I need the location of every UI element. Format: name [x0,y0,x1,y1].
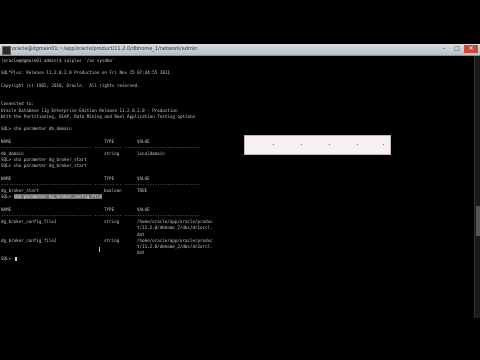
console-line: SQL> sho parameter dg_broker_start [1,163,471,169]
param-name: db_domain [1,151,24,156]
param-type: boolean [104,188,122,194]
console-line: ------------------------------------ ---… [1,182,471,188]
param-name: dg_broker_config_file2 [1,237,57,243]
param-value: VALUE [137,206,150,212]
console-line: SQL> [1,256,471,262]
console-line: [oracle@dgmain01 admin]$ sqlplus '/as sy… [1,58,471,64]
console-line: dat [1,250,471,256]
console-text: SQL> [1,256,14,262]
console-text: ------------------------------------ ---… [1,213,201,218]
console-line: dat [1,232,471,238]
window-title: oracle@dgmain01:~/app/oracle/product/11.… [12,46,198,52]
param-name: NAME [1,138,12,144]
console-line: Connected to: [1,101,471,107]
param-type: string [104,237,120,243]
param-type: TYPE [104,206,115,212]
param-value: localdomain [137,151,165,156]
console-text: Connected to: [1,101,34,107]
param-value: t/11.2.0/dbhome_2/dbs/dr1orcl. [137,225,213,231]
console-text: Oracle Database 11g Enterprise Edition R… [1,107,178,113]
scrollbar-thumb[interactable] [476,206,480,236]
param-value: dat [137,250,145,256]
text-cursor [14,257,17,262]
console-text: With the Partitioning, OLAP, Data Mining… [1,113,196,119]
console-text: Copyright (c) 1982, 2010, Oracle. All ri… [1,82,140,88]
terminal-icon [2,46,11,55]
terminal-window: oracle@dgmain01:~/app/oracle/product/11.… [0,44,480,318]
console-line: dg_broker_start boolean TRUE [1,188,471,194]
param-value: /home/oracle/app/oracle/produc [137,219,213,225]
window-titlebar[interactable]: oracle@dgmain01:~/app/oracle/product/11.… [0,44,480,56]
console-line: db_domain string localdomain [1,151,471,157]
console-line: NAME TYPE VALUE [1,207,471,213]
param-name: dg_broker_start [1,188,39,194]
vertical-scrollbar[interactable] [474,56,480,318]
param-type: string [104,151,120,156]
console-text: ------------------------------------ ---… [1,144,201,150]
selected-text[interactable]: sho parameter dg_broker_config_file [13,194,102,200]
console-line: ------------------------------------ ---… [1,213,471,219]
console-line: NAME TYPE VALUE [1,176,471,182]
console-line: With the Partitioning, OLAP, Data Mining… [1,114,471,120]
param-value: t/11.2.0/dbhome_2/dbs/dr2orcl. [137,244,213,249]
console-text: ------------------------------------ ---… [1,182,201,187]
console-line: SQL*Plus: Release 11.2.0.2.0 Production … [1,70,471,76]
param-name: NAME [1,175,12,181]
console-text: SQL> sho parameter dg_broker_start [1,157,87,163]
param-value: VALUE [137,175,150,181]
close-button[interactable]: ✕ [464,45,478,53]
console-line: NAME TYPE VALUE [1,139,471,145]
console-line: t/11.2.0/dbhome_2/dbs/dr2orcl. [1,244,471,250]
console-text: SQL> sho parameter db_domain [1,126,72,132]
param-name: dg_broker_config_file1 [1,219,57,225]
console-line: t/11.2.0/dbhome_2/dbs/dr1orcl. [1,225,471,231]
param-name: NAME [1,206,12,212]
console-line: SQL> sho parameter dg_broker_start [1,157,471,163]
console-output[interactable]: [oracle@dgmain01 admin]$ sqlplus '/as sy… [0,56,474,318]
param-value: dat [137,231,145,237]
param-type: TYPE [104,175,115,181]
console-line: SQL> sho parameter dg_broker_config_file [1,194,471,200]
console-text: SQL> sho parameter dg_broker_start [1,163,87,169]
sql-prompt: SQL> [1,194,14,200]
param-value: VALUE [137,138,150,144]
param-type: string [104,219,120,225]
console-line: ------------------------------------ ---… [1,145,471,151]
console-line: dg_broker_config_file1 string/home/oracle… [1,219,471,225]
param-value: /home/oracle/app/oracle/produc [137,237,213,243]
console-text: [oracle@dgmain01 admin]$ sqlplus '/as sy… [1,58,115,63]
console-line: SQL> sho parameter db_domain [1,126,471,132]
console-text: SQL*Plus: Release 11.2.0.2.0 Production … [1,70,170,76]
console-line: Oracle Database 11g Enterprise Edition R… [1,108,471,114]
maximize-button[interactable]: □ [451,45,463,53]
minimize-button[interactable]: – [438,45,450,53]
console-line: dg_broker_config_file2 string/home/oracle… [1,238,471,244]
console-line: Copyright (c) 1982, 2010, Oracle. All ri… [1,83,471,89]
mouse-cursor-icon [99,247,100,252]
popup-overlay [244,135,391,155]
param-type: TYPE [104,138,115,144]
param-value: TRUE [137,188,148,194]
